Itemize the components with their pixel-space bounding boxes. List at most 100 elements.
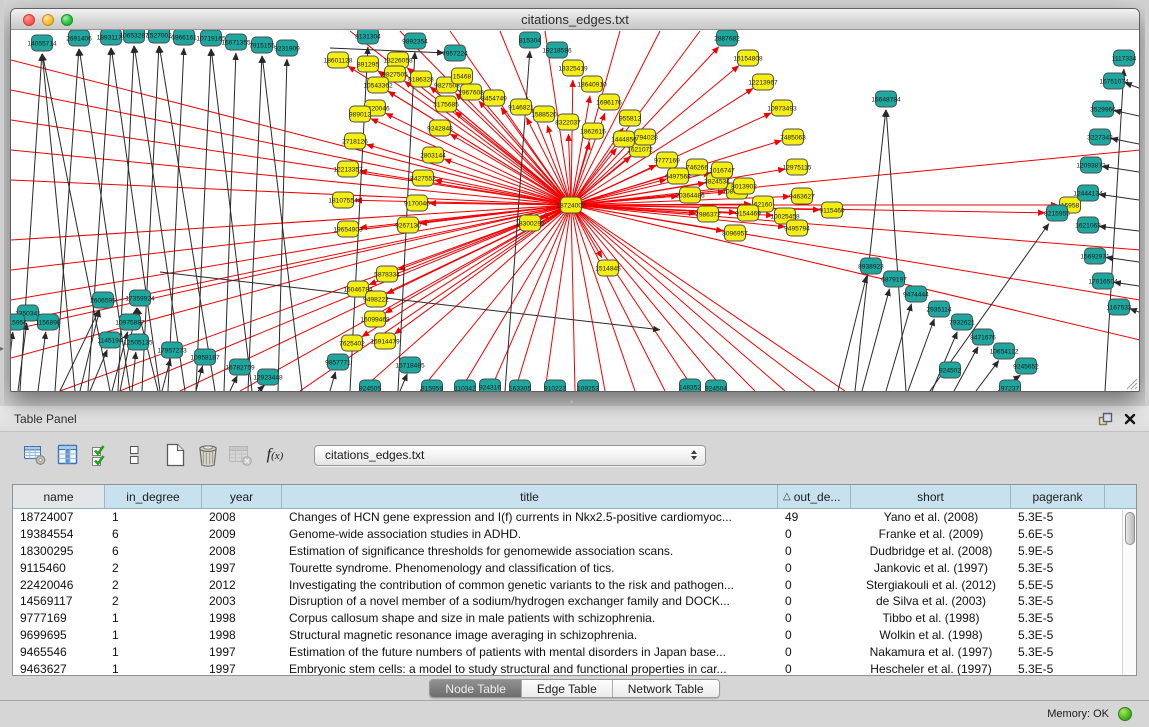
table-row[interactable]: 946554611997Estimation of the future num… [13,643,1136,660]
network-node[interactable]: 3175685 [433,96,459,112]
close-panel-icon[interactable] [1124,412,1136,425]
delete-entries-button[interactable] [195,441,221,469]
column-header-pagerank[interactable]: pagerank [1011,485,1105,508]
network-node[interactable]: 9115460 [819,202,845,218]
network-node[interactable]: 16782759 [225,359,255,375]
network-node[interactable]: 8322037 [555,114,581,130]
network-node[interactable]: 1444856 [611,131,637,147]
network-node[interactable]: 6497568 [665,168,691,184]
table-select-dropdown[interactable]: citations_edges.txt [314,445,706,466]
network-node[interactable]: 2718126 [342,133,368,149]
network-node[interactable]: 9231909 [274,40,300,56]
network-node[interactable]: 924502 [939,362,961,378]
network-node[interactable]: 16648784 [871,91,901,107]
network-node[interactable]: 8471676 [970,329,996,345]
network-node[interactable]: 15468 [452,68,473,84]
network-node[interactable]: 891295 [357,56,379,72]
network-node[interactable]: 9777169 [654,152,680,168]
network-node[interactable]: 924505 [359,380,381,391]
network-node[interactable]: 2935114 [926,301,952,317]
network-node[interactable]: 10958187 [190,349,220,365]
network-node[interactable]: 8186328 [408,71,434,87]
table-row[interactable]: 911546021997Tourette syndrome. Phenomeno… [13,559,1136,576]
network-node[interactable]: 15718485 [395,357,425,373]
network-node[interactable]: 17359924 [125,290,155,306]
network-node[interactable]: 9245652 [1013,358,1039,374]
network-node[interactable]: 10973493 [767,100,797,116]
network-node[interactable]: 17016504 [1088,273,1118,289]
network-node[interactable]: 9892354 [402,33,428,49]
network-node[interactable]: 1016747 [709,162,735,178]
tab-edge-table[interactable]: Edge Table [522,680,613,697]
network-node[interactable]: 7957224 [442,45,468,61]
tab-node-table[interactable]: Node Table [430,680,522,697]
network-node[interactable]: 97237 [1000,380,1021,391]
network-node[interactable]: 5878334 [374,266,400,282]
network-node[interactable]: 6966161 [171,30,197,45]
network-node[interactable]: 7625402 [339,335,365,351]
network-node[interactable]: 18640910 [577,76,607,92]
network-node[interactable]: 1621063 [1075,217,1101,233]
column-header-out-de-[interactable]: △out_de... [778,485,851,508]
network-node[interactable]: 8427552 [410,170,436,186]
network-node[interactable]: 815304 [519,32,541,48]
network-node[interactable]: 7986372 [695,206,721,222]
network-node[interactable]: 1145194 [97,332,123,348]
network-node[interactable]: 19218586 [542,42,572,58]
window-resize-grip[interactable] [1124,376,1138,390]
table-row[interactable]: 969969511998Structural magnetic resonanc… [13,627,1136,644]
network-node[interactable]: 1527002 [146,30,172,43]
network-node[interactable]: 9154469 [735,205,761,221]
network-node[interactable]: 924504 [705,380,727,391]
network-node[interactable]: 8013902 [731,178,757,194]
network-node[interactable]: 12923448 [253,369,283,385]
float-panel-icon[interactable] [1098,412,1113,426]
panel-collapse-arrow-icon[interactable]: ▸ [0,344,4,353]
network-node[interactable]: 9474444 [903,286,929,302]
table-row[interactable]: 977716911998Corpus callosum shape and si… [13,610,1136,627]
table-row[interactable]: 1872400712008Changes of HCN gene express… [13,509,1136,526]
table-row[interactable]: 1938455462009Genome-wide association stu… [13,526,1136,543]
network-node[interactable]: 110342 [454,380,476,391]
network-node[interactable]: 989012 [349,106,371,122]
network-node[interactable]: 109253 [577,380,599,391]
network-node[interactable]: 9170046 [404,195,430,211]
column-header-in-degree[interactable]: in_degree [105,485,202,508]
network-node[interactable]: 2803144 [420,147,446,163]
delete-table-button-disabled[interactable] [228,441,254,469]
new-table-button[interactable] [162,441,188,469]
network-node[interactable]: 16671355 [221,34,251,50]
network-node[interactable]: 16099468 [360,311,390,327]
table-row[interactable]: 1456911722003Disruption of a novel membe… [13,593,1136,610]
network-node[interactable]: 815959 [421,380,443,391]
network-node[interactable]: 1156898 [35,314,61,330]
network-node[interactable]: 7915155 [249,37,275,53]
column-header-name[interactable]: name [13,485,105,508]
network-node[interactable]: 16154808 [733,50,763,66]
network-node[interactable]: 6879197 [881,271,907,287]
network-node[interactable]: 1117334 [1112,50,1137,66]
network-node[interactable]: 1588520 [531,106,557,122]
network-node[interactable]: 163305 [509,380,531,391]
splitter-handle[interactable]: ▴ [570,397,574,405]
column-header-short[interactable]: short [851,485,1011,508]
table-settings-button[interactable] [22,441,48,469]
network-node[interactable]: 8454749 [481,90,507,106]
network-node[interactable]: 14055714 [27,35,57,51]
window-titlebar[interactable]: citations_edges.txt [11,9,1139,30]
network-node[interactable]: 15751074 [1099,73,1129,89]
table-row[interactable]: 2242004622012Investigating the contribut… [13,576,1136,593]
network-node[interactable]: 18724007 [556,197,586,213]
network-node[interactable]: 10543362 [363,77,393,93]
network-node[interactable]: 8131304 [355,30,381,44]
show-hide-columns-button[interactable] [88,441,114,469]
table-vertical-scrollbar[interactable] [1122,510,1136,675]
table-row[interactable]: 946362711997Embryonic stem cells: a mode… [13,660,1136,676]
network-node[interactable]: 1862615 [580,123,606,139]
network-node[interactable]: 12975115 [783,159,812,175]
network-node[interactable]: 18601128 [324,52,353,68]
network-node[interactable]: 1167533 [1106,299,1132,315]
network-node[interactable]: 15692971 [1080,248,1110,264]
network-node[interactable]: 19654903 [333,221,363,237]
network-node[interactable]: 7485063 [780,129,806,145]
